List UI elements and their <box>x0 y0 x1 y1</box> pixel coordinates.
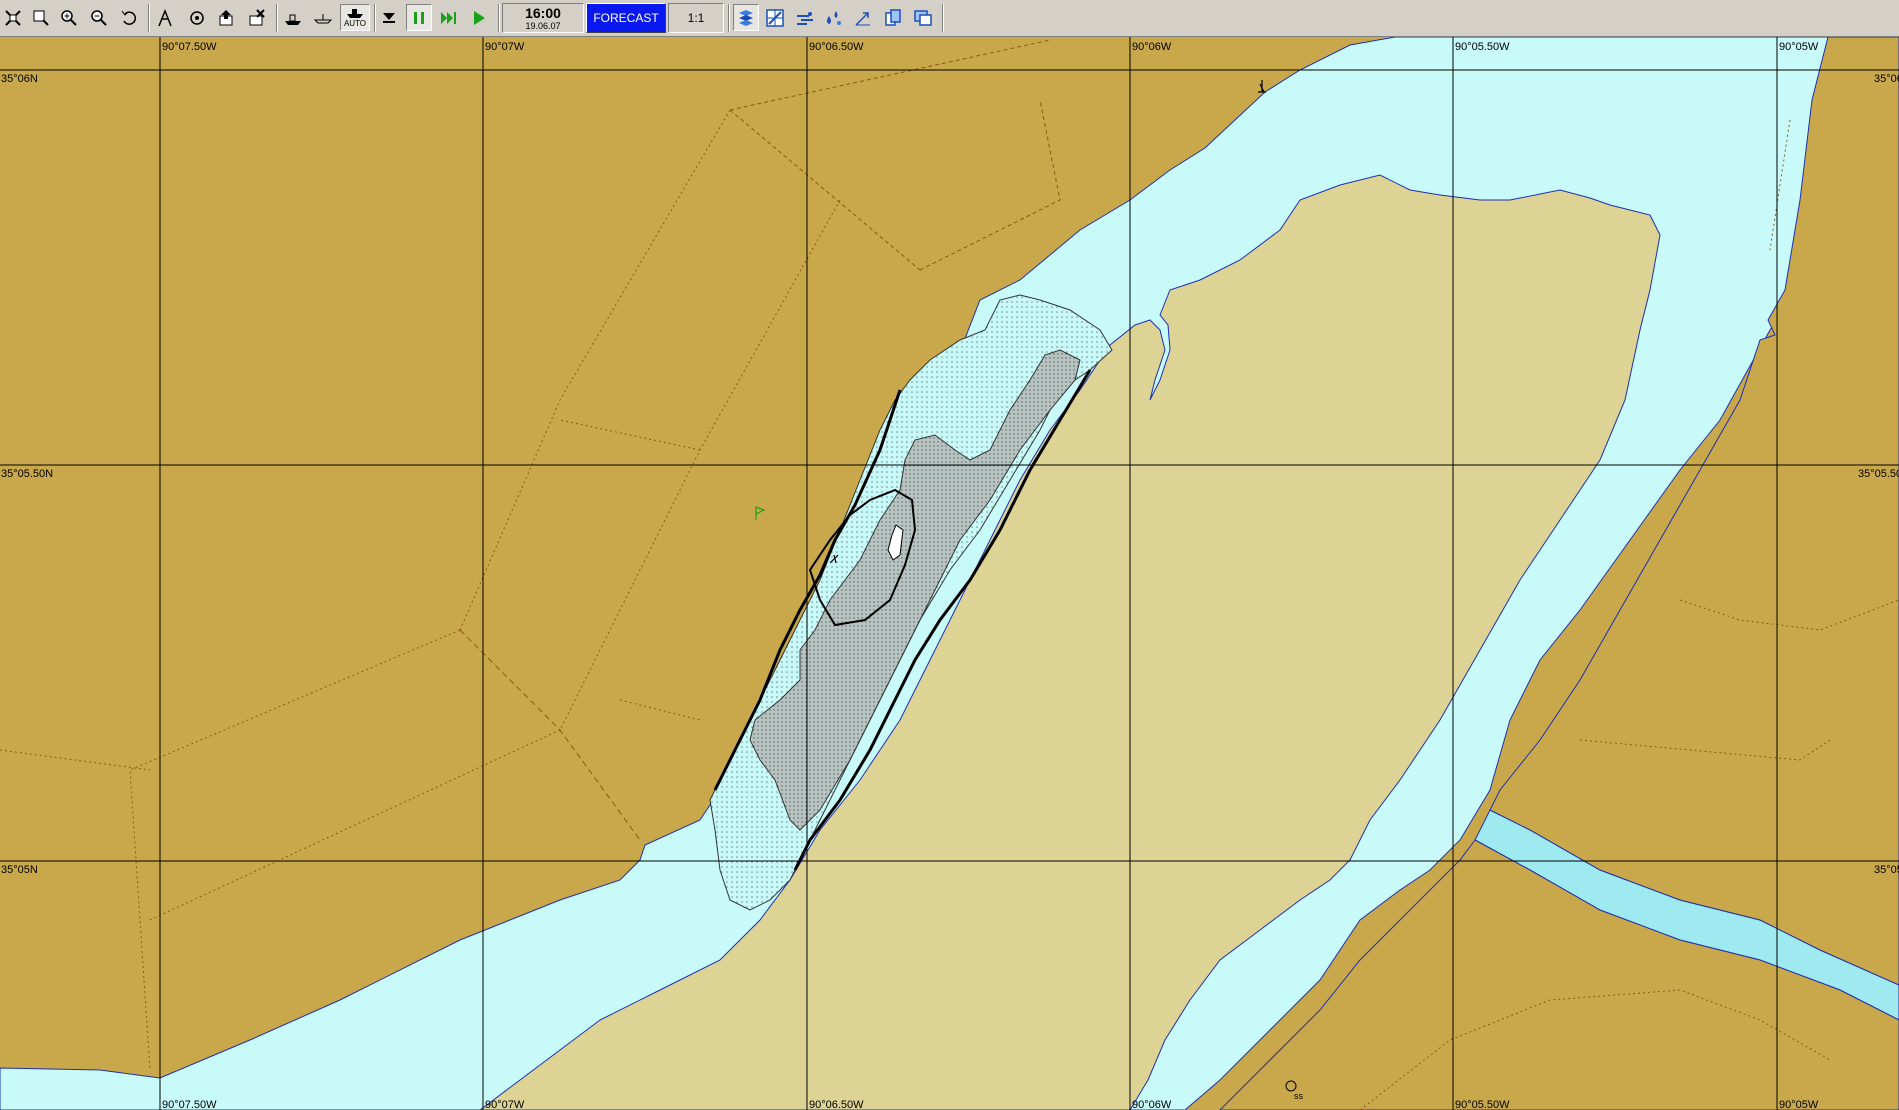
export-button[interactable] <box>214 4 240 31</box>
pause-button[interactable] <box>406 4 432 31</box>
wind-icon <box>855 11 870 26</box>
zoom-out-button[interactable] <box>86 4 112 31</box>
lat-label-left-1: 35°06N <box>1 73 38 85</box>
toolbar: AUTO 16:00 19.06.07 FORECAST 1:1 <box>0 0 1899 37</box>
pan-button[interactable] <box>0 4 26 31</box>
ship-button[interactable] <box>280 4 306 31</box>
chart-grid-icon <box>766 8 784 27</box>
layers-icon <box>739 9 753 26</box>
zoom-window-button[interactable] <box>28 4 54 31</box>
lat-label-right-2: 35°05.50 <box>1858 468 1899 480</box>
zoom-in-button[interactable] <box>56 4 82 31</box>
lon-label-top-5: 90°05.50W <box>1455 41 1510 53</box>
auto-ship-button[interactable]: AUTO <box>340 4 370 31</box>
auto-label: AUTO <box>343 19 367 28</box>
clock-date: 19.06.07 <box>525 21 561 31</box>
simulation-clock: 16:00 19.06.07 <box>502 3 584 33</box>
forecast-button[interactable]: FORECAST <box>586 3 666 33</box>
undo-icon <box>121 10 137 25</box>
windows-icon <box>914 9 932 26</box>
pause-icon <box>414 11 424 24</box>
export-icon <box>219 9 233 25</box>
lat-label-right-3: 35°05 <box>1874 864 1899 876</box>
clock-time: 16:00 <box>525 5 561 21</box>
end-icon <box>383 12 395 23</box>
lat-label-left-2: 35°05.50N <box>1 468 53 480</box>
zoom-in-icon <box>61 9 77 26</box>
undo-button[interactable] <box>116 4 142 31</box>
water-drops-icon <box>827 10 841 25</box>
lon-label-bottom-2: 90°07W <box>485 1099 525 1110</box>
lon-label-top-2: 90°07W <box>485 41 525 53</box>
buoy-label: ss <box>1294 1091 1304 1101</box>
delete-object-button[interactable] <box>244 4 270 31</box>
play-button[interactable] <box>466 4 492 31</box>
ship-outline-button[interactable] <box>310 4 336 31</box>
lon-label-top-4: 90°06W <box>1132 41 1172 53</box>
chart-map[interactable]: 90°07.50W 90°07W 90°06.50W 90°06W 90°05.… <box>0 37 1899 1110</box>
lon-label-bottom-6: 90°05W <box>1779 1099 1819 1110</box>
lon-label-bottom-4: 90°06W <box>1132 1099 1172 1110</box>
pan-icon <box>5 9 21 26</box>
auto-ship-icon <box>347 9 363 18</box>
lat-label-right-1: 35°06 <box>1874 73 1899 85</box>
lon-label-top-3: 90°06.50W <box>809 41 864 53</box>
lon-label-bottom-1: 90°07.50W <box>162 1099 217 1110</box>
windows-button[interactable] <box>910 4 936 31</box>
ship-outline-icon <box>313 13 333 23</box>
water-drops-button[interactable] <box>820 4 846 31</box>
target-button[interactable] <box>184 4 210 31</box>
scale-display[interactable]: 1:1 <box>668 3 724 33</box>
copy-icon <box>885 8 901 26</box>
end-button[interactable] <box>376 4 402 31</box>
fast-forward-button[interactable] <box>436 4 462 31</box>
weather-icon <box>797 11 813 25</box>
copy-button[interactable] <box>880 4 906 31</box>
route-button[interactable] <box>152 4 178 31</box>
layers-button[interactable] <box>733 4 759 31</box>
target-icon <box>190 10 204 25</box>
delete-object-icon <box>249 8 265 25</box>
weather-button[interactable] <box>792 4 818 31</box>
lon-label-top-6: 90°05W <box>1779 41 1819 53</box>
ship-icon <box>285 14 301 25</box>
play-icon <box>474 10 485 25</box>
lon-label-bottom-3: 90°06.50W <box>809 1099 864 1110</box>
lat-label-left-3: 35°05N <box>1 864 38 876</box>
lon-label-top-1: 90°07.50W <box>162 41 217 53</box>
chart-grid-button[interactable] <box>762 4 788 31</box>
zoom-out-icon <box>91 9 107 26</box>
wind-button[interactable] <box>850 4 876 31</box>
route-icon <box>158 8 172 26</box>
lon-label-bottom-5: 90°05.50W <box>1455 1099 1510 1110</box>
fast-forward-icon <box>441 11 456 24</box>
zoom-window-icon <box>33 10 49 26</box>
